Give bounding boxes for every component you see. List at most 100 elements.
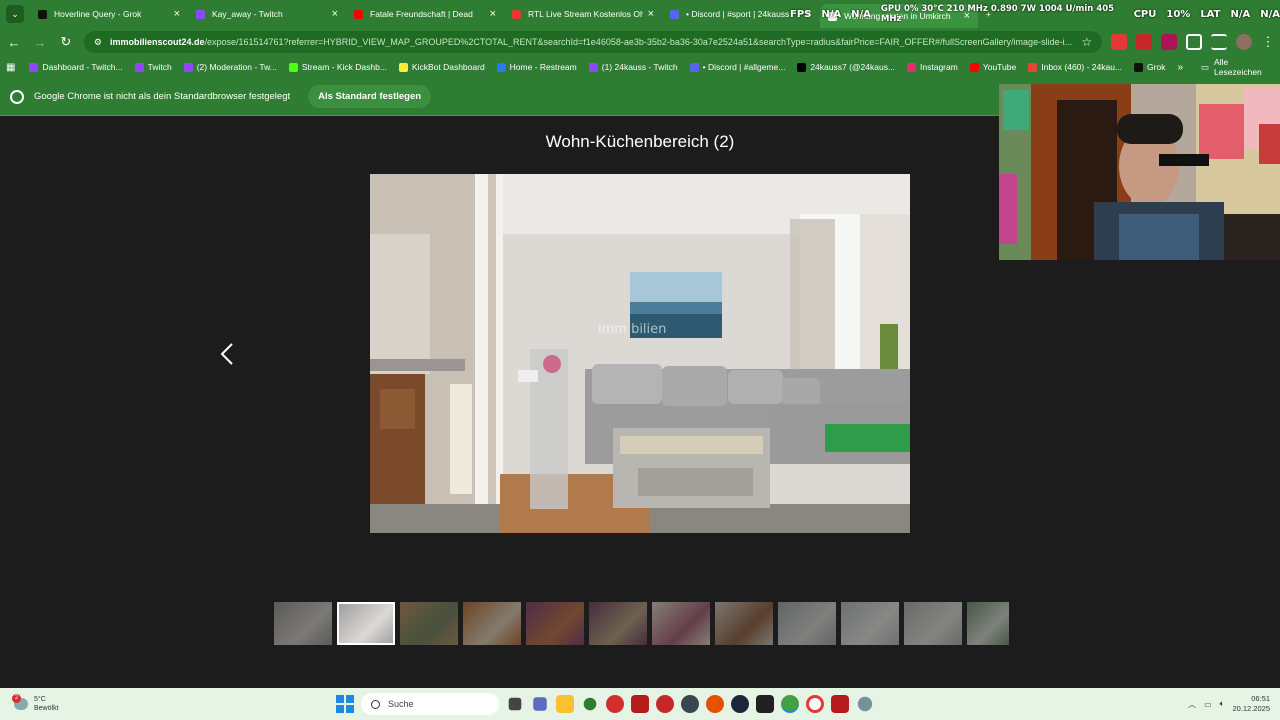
bookmark-star-icon[interactable]: ☆ — [1081, 35, 1092, 49]
obs-icon[interactable] — [681, 695, 699, 713]
bookmarks-bar: ▦ Dashboard - Twitch... Twitch (2) Moderat… — [0, 56, 1280, 78]
bookmark-item[interactable]: Inbox (460) - 24kau... — [1028, 62, 1122, 72]
back-button[interactable]: ← — [2, 30, 26, 54]
forward-button[interactable]: → — [28, 30, 52, 54]
epic-games-icon[interactable] — [756, 695, 774, 713]
extensions-puzzle-icon[interactable] — [1186, 34, 1203, 50]
bookmark-item[interactable]: Dashboard - Twitch... — [29, 62, 123, 72]
bookmark-label: Inbox (460) - 24kau... — [1041, 62, 1123, 72]
opera-icon[interactable] — [806, 695, 824, 713]
gallery-thumbnail[interactable] — [841, 602, 899, 645]
tab-title: • Discord | #sport | 24kauss — [686, 9, 790, 19]
bookmark-item[interactable]: Home - Restream — [496, 62, 577, 72]
browser-tab[interactable]: Kay_away - Twitch × — [188, 2, 346, 26]
gallery-thumbnail[interactable] — [778, 602, 836, 645]
chrome-icon — [10, 89, 24, 104]
streaming-app-icon[interactable] — [631, 695, 649, 713]
gallery-thumbnail[interactable] — [463, 602, 521, 645]
chevron-up-icon[interactable]: ︿ — [1188, 699, 1196, 710]
steam-icon[interactable] — [731, 695, 749, 713]
bookmark-label: KickBot Dashboard — [411, 62, 485, 72]
all-bookmarks-folder[interactable]: ▭ Alle Lesezeichen — [1201, 57, 1266, 77]
site-info-icon[interactable]: ⚙ — [94, 37, 102, 48]
windows-start-icon[interactable] — [336, 695, 354, 713]
system-tray: ︿ ▭ 🔈︎ 06:51 20.12.2025 — [1188, 688, 1270, 720]
reload-button[interactable]: ↻ — [54, 30, 78, 54]
bookmark-item[interactable]: Grok — [1134, 62, 1165, 72]
tab-close-icon[interactable]: × — [964, 10, 970, 22]
stream-tool-icon[interactable] — [831, 695, 849, 713]
gallery-thumbnail[interactable] — [652, 602, 710, 645]
bookmark-item[interactable]: Twitch — [134, 62, 172, 72]
bookmark-label: Grok — [1147, 62, 1166, 72]
url-domain: immobilienscout24.de — [109, 37, 205, 47]
previous-image-icon[interactable] — [216, 342, 240, 366]
address-bar[interactable]: ⚙ immobilienscout24.de /expose/161514761… — [83, 31, 1103, 53]
calculator-icon[interactable] — [533, 697, 547, 711]
bookmark-item[interactable]: (2) Moderation - Tw... — [183, 62, 277, 72]
profile-avatar-icon[interactable] — [1236, 34, 1252, 50]
tab-close-icon[interactable]: × — [648, 8, 654, 20]
gallery-thumbnail[interactable] — [400, 602, 458, 645]
new-tab-button[interactable]: + — [978, 2, 1002, 26]
bookmark-item[interactable]: YouTube — [969, 62, 1016, 72]
browser-tab[interactable]: Hoverline Query - Grok × — [30, 2, 188, 26]
tab-close-icon[interactable]: × — [174, 8, 180, 20]
bookmark-favicon-icon — [134, 62, 144, 72]
menu-dots-icon[interactable]: ⋮ — [1256, 30, 1280, 54]
gallery-thumbnail[interactable] — [715, 602, 773, 645]
bookmark-favicon-icon — [1028, 62, 1038, 72]
reading-list-icon[interactable] — [1211, 34, 1228, 50]
tab-favicon-icon — [38, 9, 47, 19]
gallery-thumbnail[interactable] — [337, 602, 395, 645]
adblock-extension-icon[interactable] — [1111, 34, 1128, 50]
bookmark-item[interactable]: • Discord | #allgeme... — [689, 62, 785, 72]
streamer-webcam-overlay — [999, 84, 1280, 260]
recorder-app-icon[interactable] — [656, 695, 674, 713]
tab-search-button[interactable]: ⌄ — [6, 5, 24, 23]
gallery-thumbnail[interactable] — [274, 602, 332, 645]
file-explorer-icon[interactable] — [556, 695, 574, 713]
bookmarks-overflow-button[interactable]: » — [1177, 62, 1183, 73]
network-icon[interactable]: ▭ — [1204, 700, 1212, 709]
taskbar-search-box[interactable]: Suche — [361, 693, 499, 715]
gallery-thumbnail[interactable] — [526, 602, 584, 645]
browser-tab[interactable]: • Discord | #sport | 24kauss × — [662, 2, 820, 26]
set-default-button[interactable]: Als Standard festlegen — [308, 85, 432, 108]
orange-app-icon[interactable] — [706, 695, 724, 713]
apps-grid-icon[interactable]: ▦ — [6, 62, 15, 73]
bookmark-favicon-icon — [588, 62, 598, 72]
chrome-taskbar-icon[interactable] — [781, 695, 799, 713]
bookmark-item[interactable]: KickBot Dashboard — [398, 62, 485, 72]
settings-gear-icon[interactable] — [857, 696, 873, 712]
browser-tab[interactable]: RTL Live Stream Kostenlos Ohn × — [504, 2, 662, 26]
infobar-message: Google Chrome ist nicht als dein Standar… — [34, 91, 291, 102]
gallery-main-image[interactable]: imm bilien — [370, 174, 910, 533]
clock[interactable]: 06:51 20.12.2025 — [1232, 694, 1270, 714]
browser-tab[interactable]: Fatale Freundschaft | Dead × — [346, 2, 504, 26]
bookmark-item[interactable]: Instagram — [907, 62, 958, 72]
bookmark-item[interactable]: (1) 24kauss - Twitch — [588, 62, 678, 72]
red-app-icon[interactable] — [606, 695, 624, 713]
gallery-thumbnail[interactable] — [589, 602, 647, 645]
bookmark-item[interactable]: 24kauss7 (@24kaus... — [797, 62, 895, 72]
task-view-icon[interactable] — [508, 697, 522, 711]
tab-close-icon[interactable]: × — [490, 8, 496, 20]
extension-icon-3[interactable] — [1161, 34, 1178, 50]
clock-time: 06:51 — [1251, 694, 1270, 703]
tab-favicon-icon — [670, 9, 679, 19]
bookmark-label: Dashboard - Twitch... — [42, 62, 123, 72]
extension-icon-2[interactable] — [1136, 34, 1153, 50]
tab-close-icon[interactable]: × — [332, 8, 338, 20]
tab-favicon-icon — [512, 9, 521, 19]
search-icon — [371, 699, 380, 709]
browser-tab[interactable]: Wohnung mieten in Umkirch × — [820, 4, 978, 28]
tab-close-icon[interactable]: × — [806, 8, 812, 20]
bookmark-item[interactable]: Stream - Kick Dashb... — [288, 62, 387, 72]
mouse-app-icon[interactable] — [583, 697, 597, 711]
url-path: /expose/161514761?referrer=HYBRID_VIEW_M… — [204, 37, 1073, 47]
weather-widget[interactable]: 2 5°C Bewölkt — [12, 694, 94, 713]
gallery-thumbnail[interactable] — [904, 602, 962, 645]
volume-icon[interactable]: 🔈︎ — [1220, 699, 1225, 709]
gallery-thumbnail[interactable] — [967, 602, 1009, 645]
